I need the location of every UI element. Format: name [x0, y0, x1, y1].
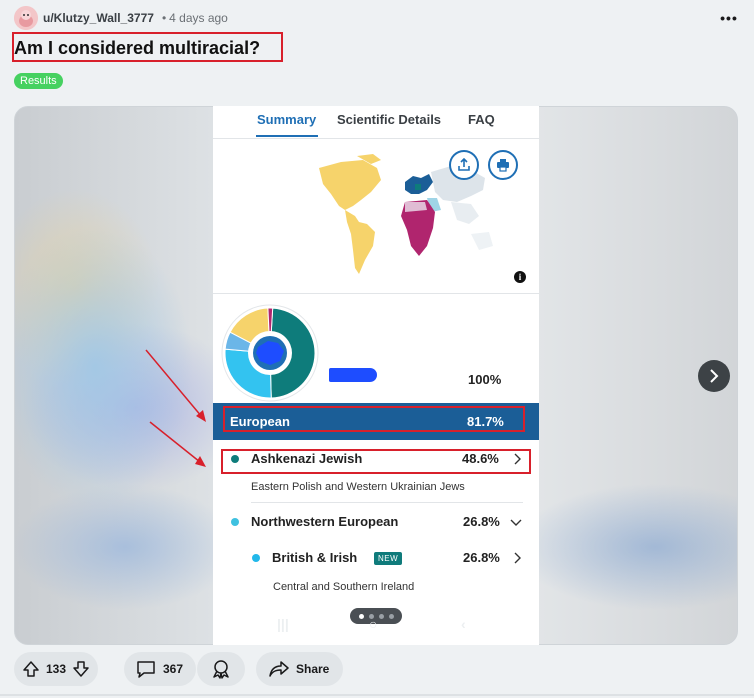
post-action-bar: 133 367 Share	[14, 652, 754, 688]
post-time: 4 days ago	[169, 11, 228, 25]
annotation-title-box	[12, 32, 283, 62]
downvote-icon[interactable]	[72, 660, 90, 678]
ancestry-sublabel: Eastern Polish and Western Ukrainian Jew…	[251, 481, 465, 493]
share-arrow-icon	[269, 661, 289, 677]
more-options-button[interactable]: •••	[718, 8, 740, 28]
legend-dot	[231, 518, 239, 526]
ancestry-label: Northwestern European	[251, 514, 399, 529]
separator: •	[161, 11, 167, 25]
pager-dot[interactable]	[358, 613, 364, 619]
post-flair[interactable]: Results	[14, 73, 63, 89]
chevron-down-icon	[510, 519, 522, 526]
system-back-icon: ‹	[461, 616, 466, 632]
divider	[213, 293, 539, 294]
snoo-avatar-icon	[14, 6, 38, 30]
tab-scientific-details: Scientific Details	[337, 112, 442, 127]
share-label: Share	[296, 662, 330, 676]
divider	[0, 694, 754, 696]
next-image-button[interactable]	[698, 360, 730, 392]
system-recents-icon: |||	[277, 616, 289, 632]
annotation-european-box	[223, 406, 525, 432]
print-report-button	[488, 150, 518, 180]
legend-dot	[252, 554, 260, 562]
tab-summary: Summary	[257, 112, 317, 127]
award-button[interactable]	[197, 652, 245, 686]
chevron-right-icon	[514, 552, 521, 564]
system-home-icon: ○	[369, 616, 378, 632]
comments-button[interactable]: 367	[124, 652, 196, 686]
avatar[interactable]	[14, 6, 38, 30]
comment-icon	[137, 661, 155, 678]
ancestry-sublabel: Central and Southern Ireland	[273, 581, 415, 593]
tab-faq: FAQ	[468, 112, 495, 127]
divider	[213, 138, 539, 139]
share-report-button	[449, 150, 479, 180]
divider	[251, 502, 523, 503]
printer-icon	[497, 159, 509, 172]
chevron-right-icon	[710, 369, 719, 383]
total-percentage: 100%	[468, 372, 502, 387]
vote-control: 133	[14, 652, 98, 686]
pager-dot[interactable]	[378, 613, 384, 619]
share-button[interactable]: Share	[256, 652, 343, 686]
tab-summary-underline	[256, 135, 318, 137]
ancestry-label: British & Irish	[272, 550, 358, 565]
vote-count: 133	[46, 662, 67, 676]
annotation-ashkenazi-box	[221, 449, 531, 474]
ancestry-donut-chart	[221, 304, 319, 402]
ancestry-percentage: 26.8%	[463, 514, 500, 529]
pager-dot[interactable]	[388, 613, 394, 619]
award-icon	[213, 660, 229, 679]
report-tabs: Summary Scientific Details FAQ	[213, 106, 539, 138]
post-header: u/Klutzy_Wall_3777 • 4 days ago •••	[14, 6, 740, 30]
post-author[interactable]: u/Klutzy_Wall_3777	[43, 11, 154, 25]
upvote-icon[interactable]	[22, 660, 40, 678]
new-badge: NEW	[374, 552, 403, 565]
comment-count: 367	[163, 662, 184, 676]
info-icon: i	[514, 271, 526, 283]
annotation-arrows	[145, 349, 206, 467]
gallery-image: Summary Scientific Details FAQ i 100% Eu…	[213, 106, 539, 645]
upload-share-icon	[458, 158, 470, 171]
redacted-name	[329, 368, 377, 382]
ancestry-percentage: 26.8%	[463, 550, 500, 565]
